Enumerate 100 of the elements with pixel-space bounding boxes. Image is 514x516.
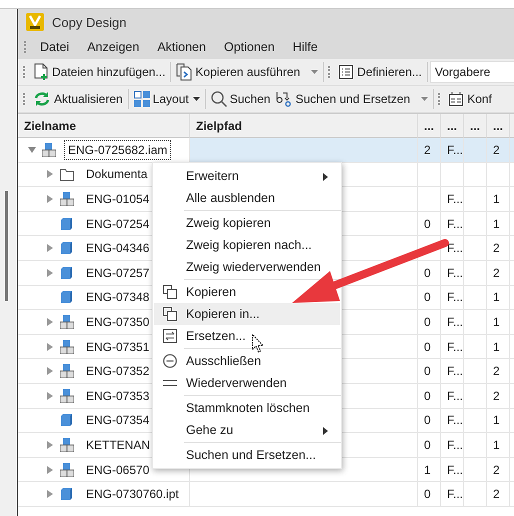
table-cell [464, 384, 487, 409]
grip-handle[interactable] [23, 93, 27, 105]
collapsed-arrow-icon[interactable] [46, 244, 54, 252]
preset-dropdown[interactable]: Vorgabere [430, 61, 514, 83]
part-icon [60, 487, 74, 502]
expanded-arrow-icon[interactable] [28, 146, 36, 154]
collapsed-arrow-icon[interactable] [46, 194, 54, 203]
menu-item[interactable]: Kopieren [154, 281, 340, 303]
file-name[interactable]: ENG-07351 [82, 336, 154, 357]
collapsed-arrow-icon[interactable] [46, 318, 54, 326]
table-cell: F... [441, 310, 464, 335]
menu-item[interactable]: Kopieren in... [154, 303, 340, 325]
file-name[interactable]: ENG-07348 [82, 287, 154, 308]
menu-item[interactable]: Aktionen [148, 40, 215, 54]
table-cell: 1 [487, 212, 510, 236]
menu-item[interactable]: Zweig kopieren nach... [154, 234, 340, 256]
menu-item[interactable]: Stammknoten löschen [154, 397, 340, 419]
table-cell [464, 236, 487, 261]
toolbar-button[interactable]: Dateien hinzufügen... [30, 60, 168, 84]
collapsed-arrow-icon[interactable] [46, 392, 54, 400]
menu-item[interactable]: Ersetzen... [154, 325, 340, 347]
collapsed-arrow-icon[interactable] [46, 170, 54, 178]
table-cell [464, 482, 487, 507]
file-name[interactable]: ENG-07352 [82, 361, 154, 382]
file-name[interactable]: ENG-07354 [82, 410, 154, 430]
table-cell [464, 260, 487, 286]
menu-item[interactable]: Gehe zu [154, 419, 340, 441]
toolbar-button[interactable]: Aktualisieren [30, 87, 126, 111]
assembly-icon [60, 364, 74, 378]
menu-item[interactable]: Erweitern [154, 165, 340, 187]
collapsed-arrow-icon[interactable] [46, 268, 54, 277]
table-cell: 1 [487, 408, 510, 434]
file-name[interactable]: ENG-07257 [82, 262, 154, 283]
file-name[interactable]: ENG-06570 [82, 460, 154, 480]
toolbar-button[interactable]: Layout [130, 87, 203, 111]
list-icon [338, 64, 354, 80]
file-name[interactable]: Dokumenta [82, 164, 152, 184]
menu-item[interactable]: Optionen [214, 40, 284, 54]
assembly-icon [60, 388, 74, 403]
menu-item[interactable]: Anzeigen [78, 40, 148, 54]
table-cell: 2 [487, 236, 510, 261]
grip-handle[interactable] [24, 41, 28, 53]
search-icon [210, 91, 227, 107]
table-cell [487, 162, 510, 188]
toolbar-button[interactable]: Suchen und Ersetzen [273, 87, 432, 111]
caret-icon [421, 97, 428, 101]
menu-item[interactable]: Ausschließen [154, 350, 340, 372]
table-cell: F... [441, 334, 464, 360]
menu-item[interactable]: Suchen und Ersetzen... [154, 444, 340, 466]
table-cell [464, 334, 487, 360]
toolbar-button[interactable]: Definieren... [335, 60, 425, 84]
collapsed-arrow-icon[interactable] [46, 490, 54, 498]
toolbar-button[interactable]: Konf [445, 87, 495, 111]
table-cell: 2 [487, 384, 510, 409]
grip-handle[interactable] [328, 66, 332, 78]
table-cell: 2 [487, 359, 510, 384]
file-name[interactable]: KETTENAN [82, 434, 154, 455]
menu-item[interactable]: Hilfe [284, 40, 327, 54]
table-cell [464, 212, 487, 236]
file-name[interactable]: ENG-07353 [82, 386, 154, 406]
table-cell: F... [441, 187, 464, 212]
assembly-icon [60, 192, 74, 206]
collapsed-arrow-icon[interactable] [46, 466, 54, 474]
minus-circle-icon [163, 354, 177, 368]
collapsed-arrow-icon[interactable] [46, 440, 54, 449]
toolbar-button[interactable]: Kopieren ausführen [173, 60, 322, 84]
file-name[interactable]: ENG-07350 [82, 312, 154, 332]
table-cell: 1 [487, 433, 510, 458]
assembly-icon [42, 142, 56, 157]
table-cell: 0 [418, 260, 441, 286]
menu-item[interactable]: Wiederverwenden [154, 372, 340, 394]
grip-handle[interactable] [23, 66, 27, 78]
table-cell: 0 [418, 334, 441, 360]
table-cell [464, 433, 487, 458]
copy-icon [163, 307, 177, 321]
column-header[interactable]: Zielname [18, 114, 190, 138]
scrollbar-thumb[interactable] [5, 191, 8, 301]
file-name[interactable]: ENG-01054 [82, 188, 154, 209]
toolbar-button[interactable]: Suchen [208, 87, 274, 111]
menu-item[interactable]: Zweig wiederverwenden [154, 256, 340, 278]
swap-icon [163, 329, 177, 343]
menu-item[interactable]: Datei [31, 40, 78, 54]
table-cell: 1 [487, 286, 510, 310]
collapsed-arrow-icon[interactable] [46, 367, 54, 376]
grip-handle[interactable] [438, 93, 442, 105]
table-cell: F... [441, 458, 464, 482]
assembly-icon [60, 462, 74, 477]
file-name[interactable]: ENG-0725682.iam [64, 140, 172, 160]
menu-item[interactable]: Alle ausblenden [154, 187, 340, 209]
part-icon [60, 266, 74, 280]
file-name[interactable]: ENG-0730760.ipt [82, 484, 183, 504]
menu-item[interactable]: Zweig kopieren [154, 212, 340, 234]
table-cell: 1 [418, 458, 441, 482]
file-name[interactable]: ENG-04346 [82, 238, 154, 258]
file-name[interactable]: ENG-07254 [82, 214, 154, 234]
table-cell: F... [441, 384, 464, 409]
table-cell [464, 408, 487, 434]
document-grid-icon [448, 91, 464, 107]
collapsed-arrow-icon[interactable] [46, 342, 54, 351]
assembly-icon [60, 314, 74, 329]
